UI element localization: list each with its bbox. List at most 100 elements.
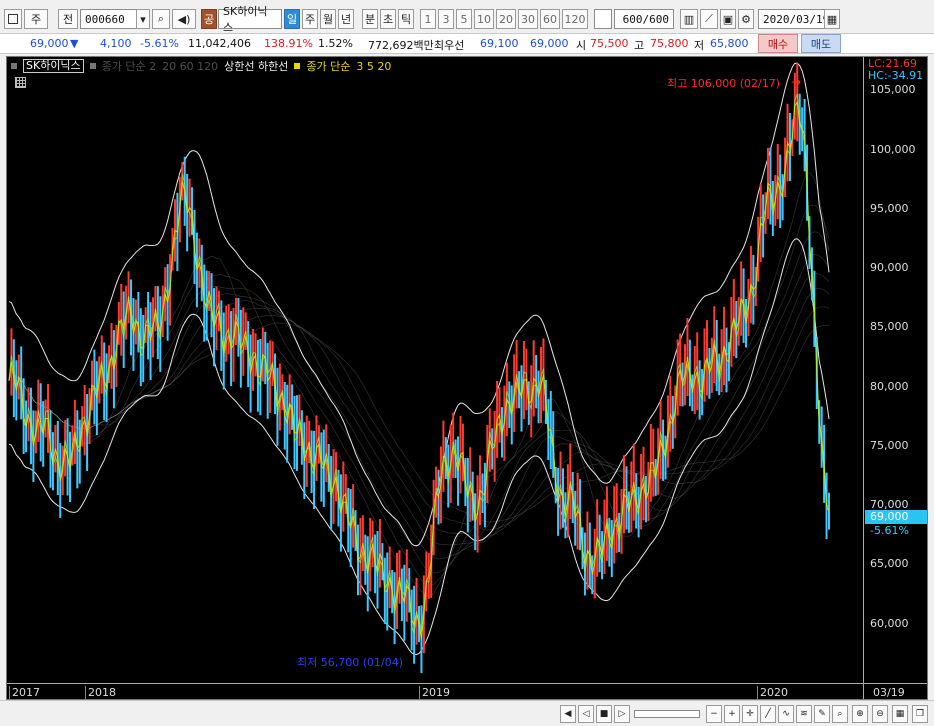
legend-ma-label[interactable]: 종가 단순 2 <box>102 58 156 74</box>
candle-icon[interactable]: ▥ <box>680 9 698 29</box>
open-price: 75,500 <box>590 37 629 50</box>
gong-button[interactable]: 공 <box>201 9 217 29</box>
prev-button[interactable]: 전 <box>58 9 78 29</box>
legend-marker-icon <box>294 63 301 69</box>
wave-tool-icon[interactable]: ∿ <box>778 705 794 723</box>
x-tick: 2020 <box>757 686 788 699</box>
sell-button[interactable]: 매도 <box>801 34 841 53</box>
settings-gear-icon[interactable]: ⚙ <box>738 9 754 29</box>
minute-3-button[interactable]: 3 <box>438 9 454 29</box>
save-icon[interactable]: ▣ <box>720 9 736 29</box>
minute-30-button[interactable]: 30 <box>518 9 538 29</box>
turnover-rate: 1.52% <box>318 37 353 50</box>
custom-period-input[interactable] <box>594 9 612 29</box>
open-label: 시 <box>576 39 587 52</box>
trendline-icon[interactable]: ⟋ <box>700 9 718 29</box>
window-icon[interactable] <box>4 9 22 29</box>
count-field[interactable]: 600/600 <box>614 9 674 29</box>
minute-10-button[interactable]: 10 <box>474 9 494 29</box>
scroll-next-button[interactable]: ▷ <box>614 705 630 723</box>
navigation-bar: ◀ ◁ ■ ▷ − + ✛ ╱ ∿ ≋ ✎ ⌕ ⊕ ⊖ ▦ ❐ <box>0 700 934 726</box>
period-tick-tab[interactable]: 틱 <box>398 9 414 29</box>
period-week-tab[interactable]: 주 <box>302 9 318 29</box>
buy-button[interactable]: 매수 <box>758 34 798 53</box>
low-price: 65,800 <box>710 37 749 50</box>
minute-60-button[interactable]: 60 <box>540 9 560 29</box>
chart-canvas: → <box>8 62 830 674</box>
price-chart[interactable]: → SK하이닉스 종가 단순 2 20 60 120 상한선 하한선 종가 단순… <box>6 56 928 700</box>
crosshair-icon[interactable]: ✛ <box>742 705 758 723</box>
low-annotation: 최저 56,700 (01/04) <box>297 656 404 669</box>
calendar-icon[interactable]: ▦ <box>824 9 840 29</box>
volume-ratio: 138.91% <box>264 37 313 50</box>
y-tick: 90,000 <box>870 261 909 274</box>
fibonacci-tool-icon[interactable]: ≋ <box>796 705 812 723</box>
zoom-in-icon[interactable]: + <box>724 705 740 723</box>
legend-ma-periods: 20 60 120 <box>162 59 219 73</box>
high-label: 고 <box>634 39 645 52</box>
y-tick: 80,000 <box>870 380 909 393</box>
x-axis: 2017 2018 2019 2020 03/19 <box>7 683 927 699</box>
stop-button[interactable]: ■ <box>596 705 612 723</box>
chart-legend: SK하이닉스 종가 단순 2 20 60 120 상한선 하한선 종가 단순 3… <box>11 59 391 73</box>
legend-envelope[interactable]: 상한선 하한선 <box>224 58 288 74</box>
y-tick: 75,000 <box>870 439 909 452</box>
hc-value: HC:-34.91 <box>868 69 924 82</box>
scroll-first-button[interactable]: ◀ <box>560 705 576 723</box>
legend-ma2-label[interactable]: 종가 단순 <box>306 58 350 74</box>
date-input[interactable]: 2020/03/19 <box>758 9 829 29</box>
price-ma5-line <box>8 93 830 634</box>
zoom-plus-icon[interactable]: ⊕ <box>852 705 868 723</box>
minute-120-button[interactable]: 120 <box>562 9 588 29</box>
period-second-tab[interactable]: 초 <box>380 9 396 29</box>
speaker-icon[interactable]: ◀) <box>172 9 196 29</box>
high-annotation: 최고 106,000 (02/17) <box>667 77 781 90</box>
grid-icon[interactable] <box>15 77 26 88</box>
best-bid-price: 69,000 <box>530 37 569 50</box>
last-price-tag: 69,000 <box>865 510 927 524</box>
zoom-slider[interactable] <box>634 710 700 718</box>
trade-amount: 772,692백만 <box>368 39 434 52</box>
y-tick: 85,000 <box>870 320 909 333</box>
period-day-tab[interactable]: 일 <box>284 9 300 29</box>
high-arrow-icon: → <box>791 75 801 89</box>
change-percent: -5.61% <box>140 37 179 50</box>
period-year-tab[interactable]: 년 <box>338 9 354 29</box>
legend-ma2-periods: 3 5 20 <box>356 59 392 73</box>
y-tick: 60,000 <box>870 617 909 630</box>
toolbar: 주 전 000660 ▾ ⌕ ◀) 공 SK하이닉스 일 주 월 년 분 초 틱… <box>0 0 934 34</box>
period-minute-tab[interactable]: 분 <box>362 9 378 29</box>
x-tick: 2018 <box>85 686 116 699</box>
y-tick: 95,000 <box>870 202 909 215</box>
legend-marker-icon <box>89 63 96 69</box>
zoom-minus-icon[interactable]: ⊖ <box>872 705 888 723</box>
legend-marker-icon <box>11 63 17 69</box>
y-tick: 100,000 <box>870 143 916 156</box>
line-tool-icon[interactable]: ╱ <box>760 705 776 723</box>
y-tick: 65,000 <box>870 557 909 570</box>
volume: 11,042,406 <box>188 37 251 50</box>
change-value: 4,100 <box>100 37 132 50</box>
period-main-button[interactable]: 주 <box>24 9 48 29</box>
minute-5-button[interactable]: 5 <box>456 9 472 29</box>
zoom-out-icon[interactable]: − <box>706 705 722 723</box>
search-icon[interactable]: ⌕ <box>152 9 170 29</box>
stock-name-field: SK하이닉스 <box>218 5 282 34</box>
x-tick: 03/19 <box>873 686 905 699</box>
minute-1-button[interactable]: 1 <box>420 9 436 29</box>
y-axis: LC:21.69 HC:-34.91 105,000 100,000 95,00… <box>863 57 927 699</box>
x-tick: 2019 <box>419 686 450 699</box>
dropdown-chevron-icon[interactable]: ▾ <box>136 9 150 29</box>
pen-tool-icon[interactable]: ✎ <box>814 705 830 723</box>
period-month-tab[interactable]: 월 <box>320 9 336 29</box>
best-ask-price: 69,100 <box>480 37 519 50</box>
x-tick: 2017 <box>9 686 40 699</box>
current-price: 69,000 <box>30 37 69 50</box>
legend-stock-name[interactable]: SK하이닉스 <box>23 59 84 73</box>
reset-icon[interactable]: ▦ <box>892 705 908 723</box>
minute-20-button[interactable]: 20 <box>496 9 516 29</box>
window-expand-icon[interactable]: ❐ <box>912 705 928 723</box>
scroll-prev-button[interactable]: ◁ <box>578 705 594 723</box>
y-tick: 105,000 <box>870 83 916 96</box>
zoom-search-icon[interactable]: ⌕ <box>832 705 848 723</box>
